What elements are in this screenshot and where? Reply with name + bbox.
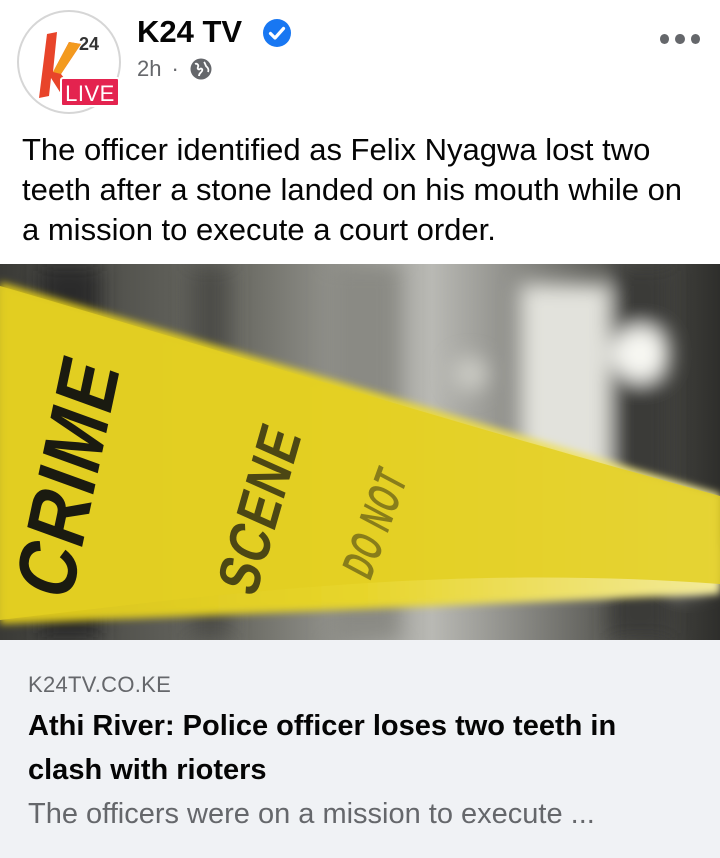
page-name[interactable]: K24 TV [137, 12, 242, 52]
post-photo[interactable]: CRIME SCENE DO NOT [0, 264, 720, 640]
post-caption: The officer identified as Felix Nyagwa l… [22, 132, 683, 247]
link-domain[interactable]: K24TV.CO.KE [28, 672, 171, 698]
link-title[interactable]: Athi River: Police officer loses two tee… [28, 704, 698, 792]
globe-icon[interactable] [189, 57, 213, 81]
post-meta: 2h · [137, 54, 213, 84]
more-options-icon[interactable] [660, 28, 700, 50]
more-dot [690, 34, 700, 44]
post-header: 24 LIVE K24 TV 2h · [0, 0, 720, 118]
logo-text: 24 [79, 34, 99, 54]
crime-scene-tape-photo: CRIME SCENE DO NOT [0, 264, 720, 640]
more-dot [660, 34, 670, 44]
meta-separator: · [171, 56, 179, 81]
post-timestamp[interactable]: 2h [137, 56, 161, 82]
link-description[interactable]: The officers were on a mission to execut… [28, 792, 708, 836]
more-dot [675, 34, 685, 44]
live-badge: LIVE [60, 77, 120, 107]
verified-check-icon [263, 19, 291, 47]
